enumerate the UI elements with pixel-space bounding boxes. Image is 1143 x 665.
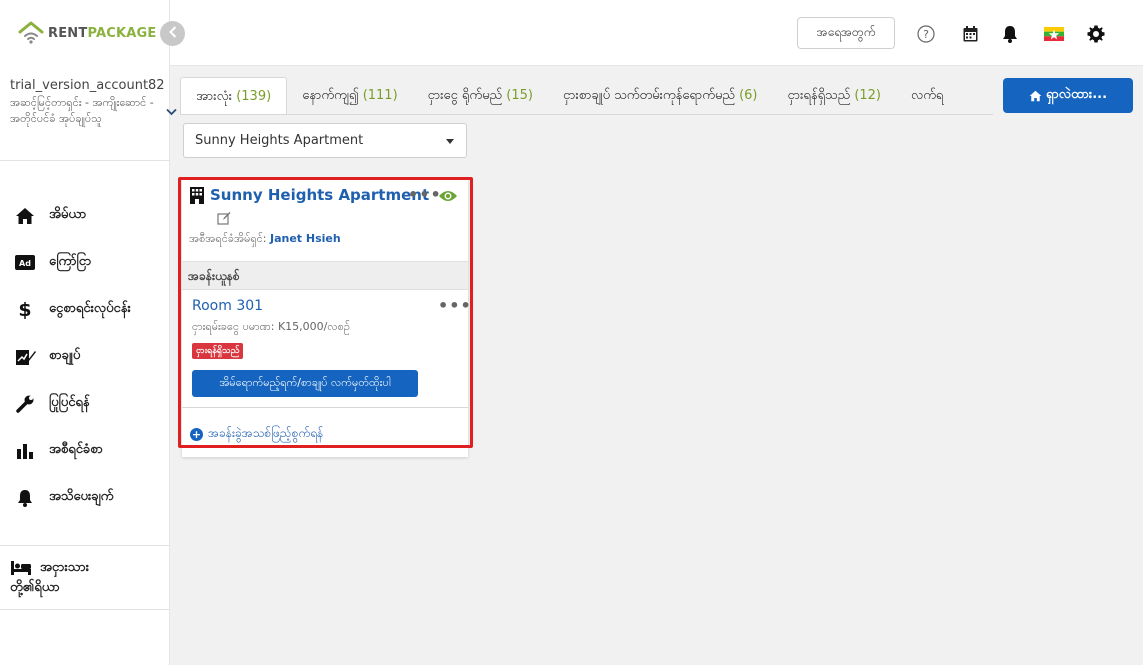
edit-icon[interactable] bbox=[217, 210, 231, 229]
brand-name-part2: PACKAGE bbox=[87, 25, 157, 41]
gear-icon[interactable] bbox=[1086, 24, 1106, 44]
home-icon bbox=[1029, 90, 1042, 102]
contract-icon bbox=[14, 346, 36, 368]
add-room-label: အခန်းခွဲအသစ်ဖြည့်စွက်ရန် bbox=[208, 426, 324, 440]
status-tabs: အားလုံး (139) နောက်ကျ၍ (111) ငှားငွေ ရိုက်… bbox=[180, 77, 993, 115]
bell-icon bbox=[14, 487, 36, 509]
sidebar-item-label: ငွေစာရင်းလုပ်ငန်း bbox=[49, 301, 131, 316]
home-icon bbox=[14, 205, 36, 227]
owner-name[interactable]: Janet Hsieh bbox=[270, 232, 341, 245]
search-button[interactable]: ရှာလဲထား... bbox=[1003, 78, 1133, 113]
checkout-button[interactable]: အရေအတွက် bbox=[797, 17, 895, 49]
dollar-icon: $ bbox=[18, 298, 32, 321]
divider bbox=[182, 407, 468, 408]
sidebar-item-label: ကြော်ငြာ bbox=[49, 254, 92, 269]
eye-icon[interactable] bbox=[438, 188, 458, 207]
search-button-label: ရှာလဲထား... bbox=[1045, 87, 1108, 102]
sidebar-item-reports[interactable]: အစီရင်ခံစာ bbox=[0, 427, 170, 474]
account-info[interactable]: trial_version_account82 အဆင့်မြင့်တာရှင်… bbox=[10, 78, 165, 127]
checkin-contract-button[interactable]: အိမ်ရောက်မည့်ရက်/စာချုပ် လက်မှတ်ထိုးပါ bbox=[192, 370, 418, 397]
owner-info: အစီအရင်ခံအိမ်ရှင်: Janet Hsieh bbox=[189, 232, 341, 248]
room-more-options-icon[interactable]: ••• bbox=[438, 296, 472, 315]
chart-icon bbox=[14, 440, 36, 462]
plus-circle-icon: + bbox=[190, 427, 203, 441]
tab-contract-expiring[interactable]: ငှားစာချုပ် သက်တမ်းကုန်ရောက်မည် (6) bbox=[548, 77, 773, 115]
sidebar-menu: အိမ်ယာ Ad ကြော်ငြာ $ ငွေစာရင်းလုပ်ငန်း စ… bbox=[0, 192, 170, 521]
account-name: trial_version_account82 bbox=[10, 78, 165, 93]
building-icon bbox=[190, 187, 204, 208]
tenant-area-label-line2: တို့၏ရိယာ bbox=[10, 580, 60, 595]
account-role: အဆင့်မြင့်တာရှင်း - အကျိုးဆောင် - အတိုင်… bbox=[10, 96, 154, 125]
bell-icon[interactable] bbox=[1000, 24, 1020, 44]
sidebar-item-housing[interactable]: အိမ်ယာ bbox=[0, 192, 170, 239]
help-icon[interactable]: ? bbox=[916, 24, 936, 44]
sidebar-item-notifications[interactable]: အသိပေးချက် bbox=[0, 474, 170, 521]
sidebar-item-finance[interactable]: $ ငွေစာရင်းလုပ်ငန်း bbox=[0, 286, 170, 333]
bed-icon bbox=[10, 561, 32, 575]
room-price: ငှားရမ်းခငွေ ပမာဏ: K15,000/လစဉ် bbox=[192, 320, 350, 333]
divider bbox=[0, 160, 170, 161]
sidebar: RENTPACKAGE trial_version_account82 အဆင့… bbox=[0, 0, 177, 665]
sidebar-item-repairs[interactable]: ပြုပြင်ရန် bbox=[0, 380, 170, 427]
sidebar-item-label: အစီရင်ခံစာ bbox=[49, 442, 103, 457]
logo-icon bbox=[18, 20, 44, 46]
tab-rent-due[interactable]: ငှားငွေ ရိုက်မည် (15) bbox=[413, 77, 548, 115]
divider bbox=[0, 609, 170, 610]
top-bar: အရေအတွက် ? bbox=[170, 0, 1143, 66]
more-options-icon[interactable]: ••• bbox=[408, 185, 442, 204]
tabs-divider bbox=[180, 114, 993, 115]
tab-overdue[interactable]: နောက်ကျ၍ (111) bbox=[287, 77, 412, 115]
units-section-header: အခန်းယူနစ် bbox=[182, 261, 468, 290]
tab-vacant[interactable]: ငှားရန်ရှိသည် (12) bbox=[773, 77, 896, 115]
sidebar-item-ads[interactable]: Ad ကြော်ငြာ bbox=[0, 239, 170, 286]
sidebar-item-label: ပြုပြင်ရန် bbox=[49, 395, 90, 410]
calendar-icon[interactable] bbox=[960, 24, 980, 44]
divider bbox=[0, 545, 170, 546]
svg-text:Ad: Ad bbox=[19, 259, 31, 268]
room-name[interactable]: Room 301 bbox=[192, 298, 263, 314]
wrench-icon bbox=[14, 393, 36, 415]
ad-icon: Ad bbox=[14, 252, 36, 274]
sidebar-item-label: စာချုပ် bbox=[49, 348, 81, 363]
sidebar-item-label: အိမ်ယာ bbox=[49, 207, 87, 222]
property-select-value: Sunny Heights Apartment bbox=[195, 133, 364, 148]
sidebar-item-contracts[interactable]: စာချုပ် bbox=[0, 333, 170, 380]
tenant-area-label-line1: အငှားသား bbox=[40, 560, 90, 575]
sidebar-item-label: အသိပေးချက် bbox=[49, 489, 114, 504]
caret-down-icon bbox=[446, 139, 454, 144]
brand-logo[interactable]: RENTPACKAGE bbox=[18, 20, 156, 46]
sidebar-item-tenant-area[interactable]: အငှားသား တို့၏ရိယာ bbox=[10, 558, 165, 598]
chevron-down-icon[interactable] bbox=[166, 106, 177, 119]
owner-label: အစီအရင်ခံအိမ်ရှင်: bbox=[189, 232, 267, 245]
status-badge: ငှားရန်ရှိသည် bbox=[192, 343, 244, 359]
property-card: Sunny Heights Apartment ••• အစီအရင်ခံအိမ… bbox=[182, 180, 471, 457]
property-title[interactable]: Sunny Heights Apartment bbox=[210, 186, 429, 204]
tab-all[interactable]: အားလုံး (139) bbox=[180, 77, 288, 115]
property-select[interactable]: Sunny Heights Apartment bbox=[183, 123, 467, 158]
svg-text:?: ? bbox=[923, 28, 929, 41]
tab-more[interactable]: လက်ရ bbox=[896, 77, 958, 115]
add-room-link[interactable]: + အခန်းခွဲအသစ်ဖြည့်စွက်ရန် bbox=[190, 425, 323, 443]
chevron-left-icon bbox=[168, 25, 177, 42]
sidebar-collapse-button[interactable] bbox=[160, 21, 185, 46]
brand-name-part1: RENT bbox=[48, 25, 88, 41]
myanmar-flag-icon[interactable] bbox=[1044, 24, 1064, 44]
